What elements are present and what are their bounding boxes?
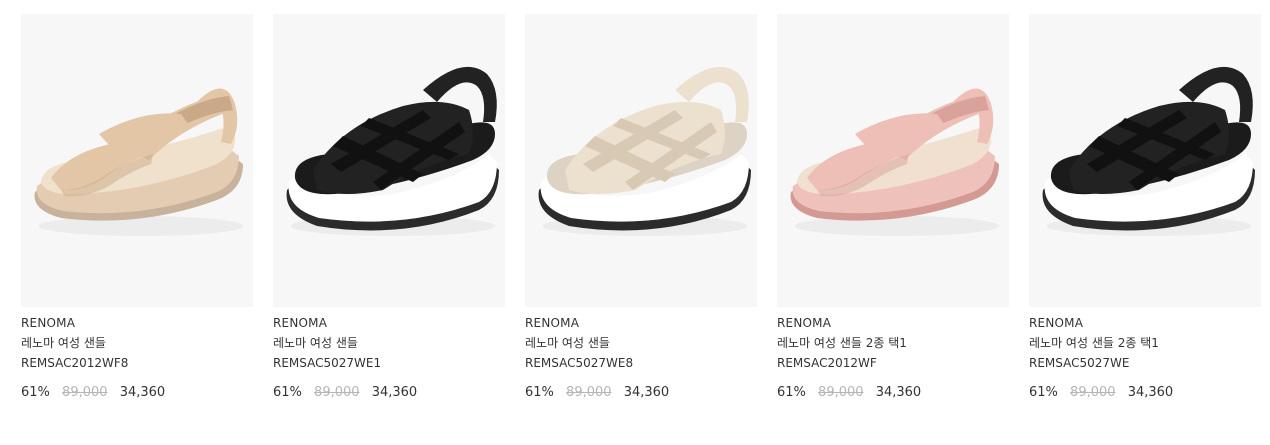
- product-brand: RENOMA: [525, 316, 580, 330]
- product-card[interactable]: RENOMA 레노마 여성 샌들 REMSAC5027WE1 61% 89,00…: [273, 14, 505, 401]
- product-brand: RENOMA: [777, 316, 832, 330]
- product-image[interactable]: [273, 14, 505, 307]
- price-row: 61% 89,000 34,360: [1029, 385, 1261, 401]
- product-name[interactable]: 레노마 여성 샌들: [21, 336, 253, 350]
- discount-rate: 61%: [1029, 385, 1058, 400]
- discount-rate: 61%: [525, 385, 554, 400]
- product-grid: RENOMA 레노마 여성 샌들 REMSAC2012WF8 61% 89,00…: [0, 0, 1270, 445]
- price-row: 61% 89,000 34,360: [525, 385, 757, 401]
- product-code: REMSAC5027WE: [1029, 356, 1130, 370]
- product-card[interactable]: RENOMA 레노마 여성 샌들 REMSAC5027WE8 61% 89,00…: [525, 14, 757, 401]
- sandal-image: [790, 88, 999, 236]
- product-name[interactable]: 레노마 여성 샌들 2종 택1: [1029, 336, 1261, 350]
- discount-rate: 61%: [777, 385, 806, 400]
- product-code: REMSAC2012WF: [777, 356, 877, 370]
- product-name[interactable]: 레노마 여성 샌들: [273, 336, 505, 350]
- sandal-image: [538, 66, 751, 236]
- product-brand: RENOMA: [273, 316, 328, 330]
- price-row: 61% 89,000 34,360: [777, 385, 1009, 401]
- sale-price: 34,360: [371, 385, 418, 400]
- sandal-image: [286, 66, 499, 236]
- product-card[interactable]: RENOMA 레노마 여성 샌들 REMSAC2012WF8 61% 89,00…: [21, 14, 253, 401]
- product-name[interactable]: 레노마 여성 샌들: [525, 336, 757, 350]
- product-image[interactable]: [21, 14, 253, 307]
- original-price: 89,000: [566, 385, 612, 400]
- product-name[interactable]: 레노마 여성 샌들 2종 택1: [777, 336, 1009, 350]
- product-brand: RENOMA: [1029, 316, 1084, 330]
- original-price: 89,000: [818, 385, 864, 400]
- product-image[interactable]: [1029, 14, 1261, 307]
- price-row: 61% 89,000 34,360: [21, 385, 253, 401]
- product-image[interactable]: [525, 14, 757, 307]
- sale-price: 34,360: [875, 385, 922, 400]
- sale-price: 34,360: [1127, 385, 1174, 400]
- product-code: REMSAC2012WF8: [21, 356, 129, 370]
- price-row: 61% 89,000 34,360: [273, 385, 505, 401]
- product-card[interactable]: RENOMA 레노마 여성 샌들 2종 택1 REMSAC5027WE 61% …: [1029, 14, 1261, 401]
- product-brand: RENOMA: [21, 316, 76, 330]
- product-card[interactable]: RENOMA 레노마 여성 샌들 2종 택1 REMSAC2012WF 61% …: [777, 14, 1009, 401]
- sale-price: 34,360: [623, 385, 670, 400]
- discount-rate: 61%: [273, 385, 302, 400]
- sandal-image: [1042, 66, 1255, 236]
- original-price: 89,000: [1070, 385, 1116, 400]
- product-code: REMSAC5027WE8: [525, 356, 634, 370]
- product-code: REMSAC5027WE1: [273, 356, 382, 370]
- discount-rate: 61%: [21, 385, 50, 400]
- original-price: 89,000: [314, 385, 360, 400]
- product-image[interactable]: [777, 14, 1009, 307]
- original-price: 89,000: [62, 385, 108, 400]
- sale-price: 34,360: [119, 385, 166, 400]
- sandal-image: [34, 88, 243, 236]
